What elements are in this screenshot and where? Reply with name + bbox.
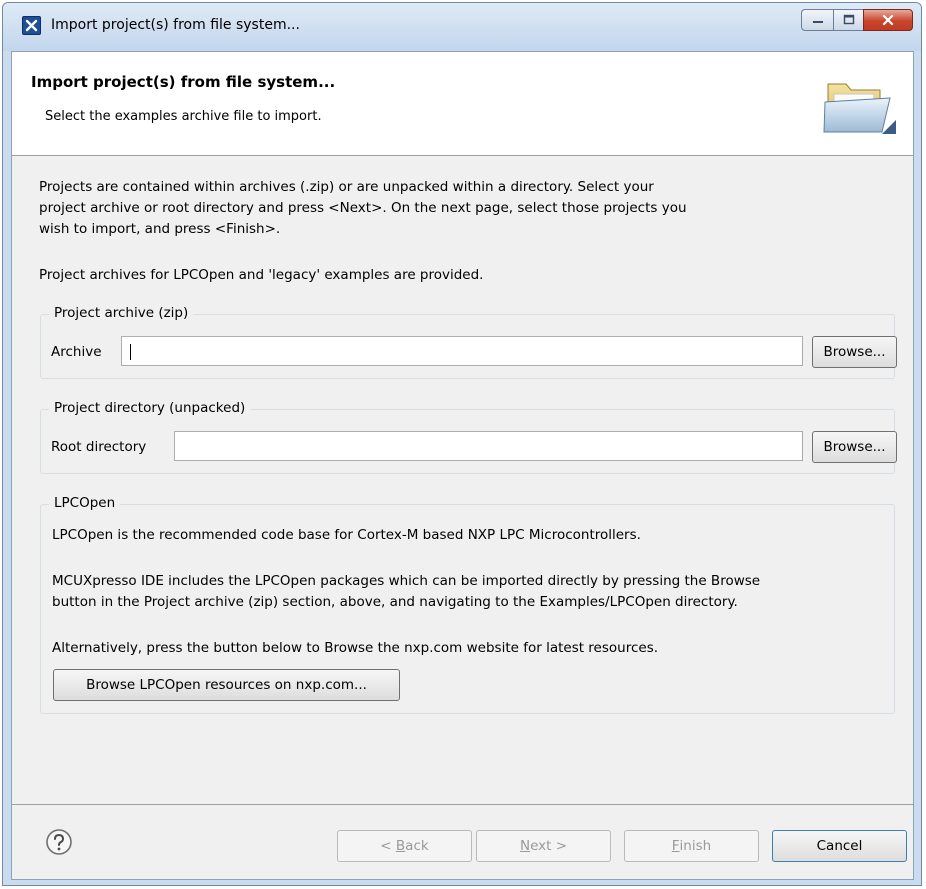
lpcopen-description: LPCOpen is the recommended code base for… [52, 527, 641, 543]
archive-browse-button[interactable]: Browse... [812, 336, 897, 368]
archive-label: Archive [51, 344, 102, 360]
finish-button-mnemonic: F [671, 838, 680, 854]
back-button-rest: ack [405, 838, 429, 854]
root-directory-input[interactable] [174, 431, 803, 461]
footer-separator [12, 804, 913, 805]
intro-note: Project archives for LPCOpen and 'legacy… [39, 267, 484, 283]
back-button-mnemonic: B [395, 838, 406, 854]
wizard-header: Import project(s) from file system... Se… [12, 52, 913, 156]
root-directory-label: Root directory [51, 439, 147, 455]
next-button[interactable]: Next > [476, 830, 611, 862]
archive-input[interactable] [121, 336, 803, 366]
browse-lpcopen-resources-button[interactable]: Browse LPCOpen resources on nxp.com... [53, 669, 400, 701]
maximize-button[interactable] [833, 9, 863, 31]
finish-button[interactable]: Finish [624, 830, 759, 862]
help-icon[interactable] [45, 828, 73, 856]
intro-line-1: Projects are contained within archives (… [39, 179, 654, 195]
root-directory-browse-button[interactable]: Browse... [812, 431, 897, 463]
title-bar[interactable]: Import project(s) from file system... [3, 3, 921, 51]
minimize-icon [812, 21, 823, 23]
minimize-button[interactable] [801, 9, 833, 31]
project-archive-group: Project archive (zip) Archive Browse... [40, 305, 897, 379]
close-icon [882, 14, 894, 26]
intro-line-3: wish to import, and press <Finish>. [39, 221, 281, 237]
app-icon [22, 16, 41, 35]
back-button[interactable]: < Back [337, 830, 472, 862]
maximize-icon [843, 14, 854, 25]
lpcopen-includes-line-1: MCUXpresso IDE includes the LPCOpen pack… [52, 573, 761, 589]
lpcopen-group: LPCOpen LPCOpen is the recommended code … [40, 495, 895, 714]
close-button[interactable] [863, 9, 913, 31]
project-directory-group: Project directory (unpacked) Root direct… [40, 400, 897, 474]
lpcopen-alternative: Alternatively, press the button below to… [52, 640, 659, 656]
lpcopen-group-title: LPCOpen [49, 495, 121, 511]
dialog-body: Import project(s) from file system... Se… [11, 51, 914, 880]
page-title: Import project(s) from file system... [31, 73, 336, 91]
lpcopen-includes-line-2: button in the Project archive (zip) sect… [52, 594, 738, 610]
intro-line-2: project archive or root directory and pr… [39, 200, 687, 216]
project-directory-group-title: Project directory (unpacked) [49, 400, 251, 416]
cancel-button[interactable]: Cancel [772, 830, 907, 862]
next-button-rest: ext > [530, 838, 568, 854]
next-button-mnemonic: N [519, 838, 531, 854]
back-button-prefix: < [380, 838, 396, 854]
finish-button-rest: inish [679, 838, 712, 854]
dialog-window: Import project(s) from file system... Im… [2, 2, 922, 886]
text-caret [130, 344, 131, 360]
page-description: Select the examples archive file to impo… [45, 109, 322, 124]
folder-open-icon [823, 83, 896, 134]
project-archive-group-title: Project archive (zip) [49, 305, 194, 321]
window-title: Import project(s) from file system... [51, 17, 300, 33]
caption-buttons [801, 9, 913, 33]
